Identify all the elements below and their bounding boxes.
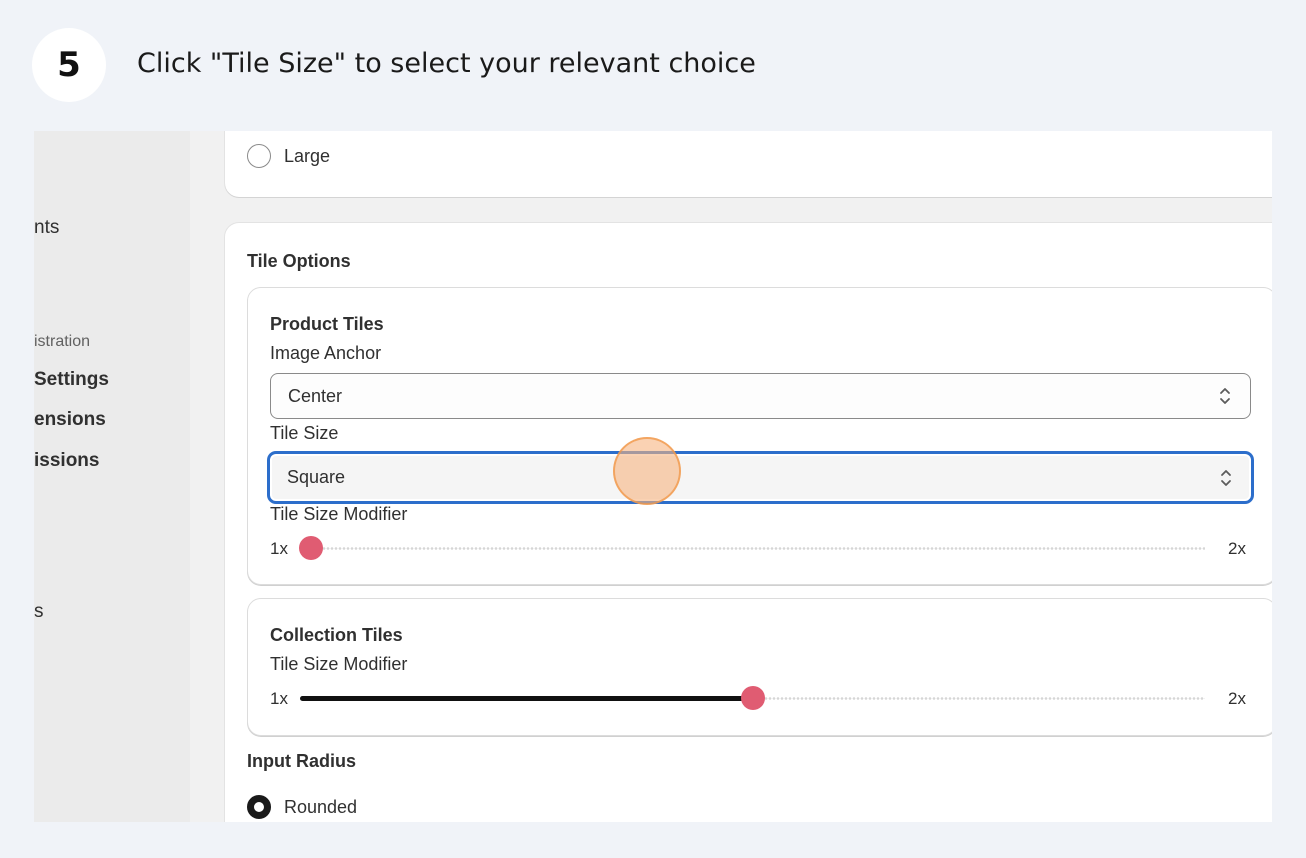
sidebar-item-partial-2[interactable]: s bbox=[34, 601, 44, 623]
collection-slider-thumb[interactable] bbox=[740, 686, 765, 710]
tile-size-select[interactable]: Square bbox=[268, 452, 1253, 503]
sidebar-item-partial-1[interactable]: nts bbox=[34, 217, 59, 239]
product-slider-track[interactable] bbox=[310, 546, 1205, 551]
collection-slider-min-label: 1x bbox=[270, 689, 288, 708]
radio-large[interactable] bbox=[247, 144, 271, 168]
collection-tiles-panel: Collection Tiles Tile Size Modifier 1x 2… bbox=[247, 598, 1272, 736]
chevron-up-down-icon bbox=[1220, 388, 1230, 404]
input-radius-title: Input Radius bbox=[247, 751, 356, 771]
image-anchor-select[interactable]: Center bbox=[270, 373, 1251, 419]
size-options-card: Large bbox=[225, 131, 1272, 197]
radio-rounded-label: Rounded bbox=[284, 797, 358, 817]
product-tile-size-modifier-label: Tile Size Modifier bbox=[270, 504, 408, 524]
collection-tiles-title: Collection Tiles bbox=[270, 625, 403, 645]
tile-size-value: Square bbox=[287, 467, 346, 487]
main-content: Large Tile Options Product Tiles Image A… bbox=[190, 131, 1272, 822]
product-tiles-panel: Product Tiles Image Anchor Center Tile S… bbox=[247, 287, 1272, 585]
sidebar-section-administration: istration bbox=[34, 333, 91, 350]
tile-options-card: Tile Options Product Tiles Image Anchor … bbox=[225, 223, 1272, 822]
click-indicator bbox=[613, 437, 681, 505]
radio-large-label: Large bbox=[284, 146, 331, 166]
product-slider-thumb[interactable] bbox=[299, 536, 323, 560]
product-slider-min-label: 1x bbox=[270, 539, 288, 558]
collection-slider-fill bbox=[300, 696, 753, 701]
collection-tile-size-modifier-label: Tile Size Modifier bbox=[270, 654, 408, 674]
collection-slider-max-label: 2x bbox=[1228, 689, 1246, 708]
tile-size-label: Tile Size bbox=[270, 423, 339, 443]
sidebar-item-extensions[interactable]: ensions bbox=[34, 409, 106, 431]
product-tiles-title: Product Tiles bbox=[270, 314, 384, 334]
tile-options-title: Tile Options bbox=[247, 251, 351, 271]
radio-rounded[interactable] bbox=[247, 795, 271, 819]
image-anchor-value: Center bbox=[288, 385, 343, 406]
image-anchor-label: Image Anchor bbox=[270, 343, 382, 363]
step-instruction: Click "Tile Size" to select your relevan… bbox=[137, 48, 756, 79]
sidebar-item-permissions[interactable]: issions bbox=[34, 450, 99, 472]
sidebar-item-settings[interactable]: Settings bbox=[34, 369, 109, 391]
step-number-badge: 5 bbox=[32, 28, 106, 102]
chevron-up-down-icon bbox=[1221, 469, 1231, 486]
sidebar: nts istration Settings ensions issions s bbox=[34, 131, 190, 822]
product-slider-max-label: 2x bbox=[1228, 539, 1246, 558]
